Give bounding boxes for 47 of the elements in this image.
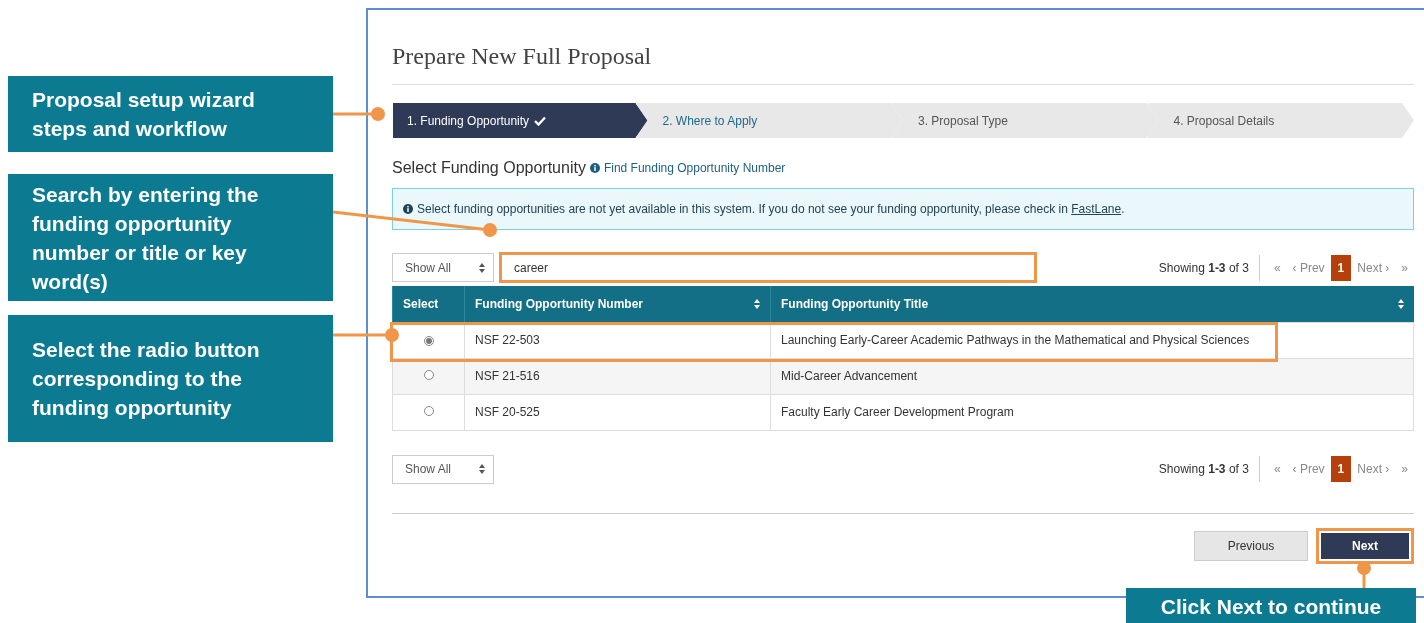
- table-cell: NSF 22-503: [464, 322, 771, 358]
- results-count: Showing 1-3 of 3: [1158, 456, 1260, 482]
- last-page-link[interactable]: »: [1395, 460, 1414, 478]
- table-cell: Faculty Early Career Development Program: [770, 394, 1414, 430]
- next-button[interactable]: Next: [1321, 532, 1409, 559]
- sort-icon[interactable]: [1397, 298, 1404, 309]
- prev-page-link[interactable]: ‹ Prev: [1286, 460, 1331, 478]
- callout-label: Search by entering the funding opportunity number or title or key word(s): [8, 174, 333, 301]
- page-size-select[interactable]: Show All: [392, 454, 494, 484]
- help-link[interactable]: Find Funding Opportunity Number: [603, 159, 786, 177]
- wizard-step[interactable]: 2. Where to Apply: [635, 103, 903, 138]
- next-page-link[interactable]: Next ›: [1351, 258, 1396, 277]
- next-page-link[interactable]: Next ›: [1351, 460, 1396, 478]
- alert-message: Select funding opportunities are not yet available in this system. If you do not see your funding opportunity, please check in FastLane.: [417, 201, 1125, 218]
- wizard-step[interactable]: 4. Proposal Details: [1146, 103, 1414, 138]
- last-page-link[interactable]: »: [1395, 258, 1414, 277]
- prev-page-link[interactable]: ‹ Prev: [1286, 258, 1331, 277]
- page-size-select[interactable]: Show All: [392, 253, 494, 282]
- table-cell: Mid-Career Advancement: [770, 358, 1414, 394]
- page-link[interactable]: 1: [1330, 254, 1352, 281]
- radio-button[interactable]: [423, 370, 434, 380]
- leader-line: [333, 107, 385, 121]
- sort-icon[interactable]: [754, 298, 760, 309]
- info-icon: [589, 163, 600, 173]
- column-header: Select: [403, 295, 439, 313]
- radio-button[interactable]: [423, 336, 434, 346]
- column-header[interactable]: Funding Opportunity Title: [781, 294, 929, 313]
- sort-arrows-icon: [479, 262, 485, 273]
- table-cell: NSF 20-525: [464, 394, 771, 430]
- radio-button[interactable]: [423, 406, 434, 416]
- info-icon: [403, 204, 413, 214]
- previous-button[interactable]: Previous: [1194, 530, 1308, 561]
- wizard-step[interactable]: 1. Funding Opportunity: [392, 103, 648, 138]
- wizard-step[interactable]: 3. Proposal Type: [891, 103, 1159, 138]
- callout-label: Select the radio button corresponding to the funding opportunity: [8, 315, 333, 442]
- page-link[interactable]: 1: [1330, 456, 1352, 482]
- sort-arrows-icon: [479, 464, 485, 474]
- callout-label: Proposal setup wizard steps and workflow: [8, 76, 333, 152]
- results-count: Showing 1-3 of 3: [1158, 254, 1260, 281]
- page-title: Prepare New Full Proposal: [392, 38, 1414, 85]
- callout-label: Click Next to continue: [1126, 588, 1416, 623]
- leader-line: [333, 328, 399, 342]
- first-page-link[interactable]: «: [1267, 258, 1287, 277]
- check-icon: [534, 115, 547, 126]
- search-field[interactable]: career: [499, 252, 1037, 283]
- section-title: Select Funding Opportunity: [392, 158, 586, 178]
- first-page-link[interactable]: «: [1267, 460, 1287, 478]
